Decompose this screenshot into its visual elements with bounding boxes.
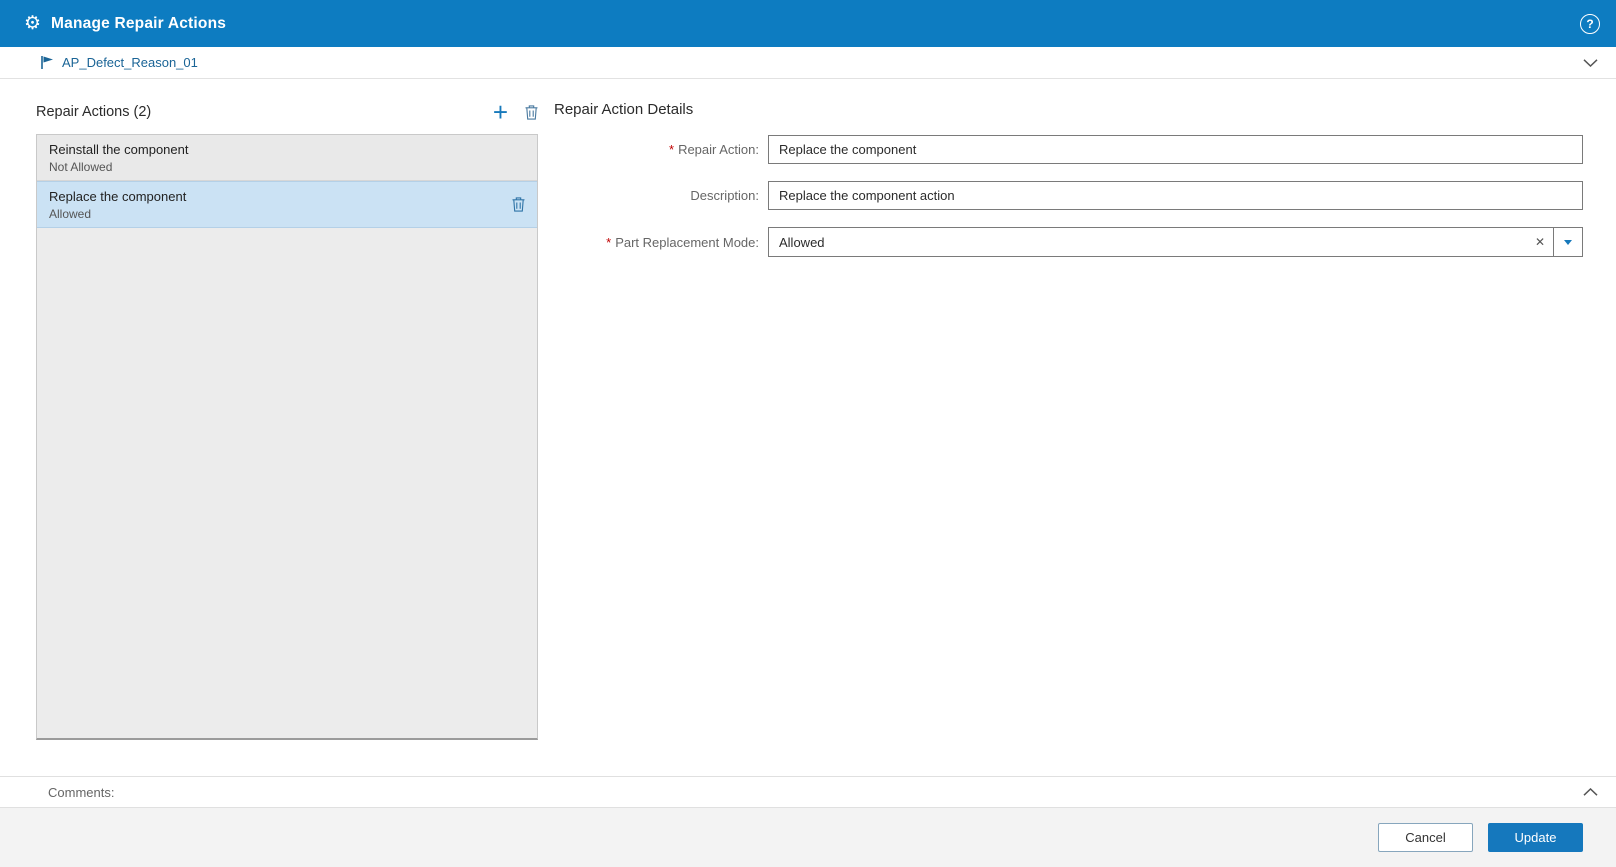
details-title: Repair Action Details [554,101,694,118]
part-replacement-mode-combobox: ✕ [768,227,1583,257]
list-item-selected[interactable]: Replace the component Allowed [37,181,537,228]
required-indicator: * [606,234,612,250]
update-button[interactable]: Update [1488,823,1583,852]
repair-action-name: Replace the component [49,188,187,204]
chevron-up-icon[interactable] [1583,788,1598,796]
page-title: Manage Repair Actions [51,14,227,32]
delete-row-icon[interactable] [512,197,525,212]
comments-section: Comments: [0,776,1616,807]
chevron-down-icon [1564,239,1572,245]
footer-action-bar: Cancel Update [0,807,1616,867]
context-bar: AP_Defect_Reason_01 [0,47,1616,79]
chevron-down-icon[interactable] [1583,58,1598,67]
add-repair-action-button[interactable]: + [493,99,508,125]
breadcrumb[interactable]: AP_Defect_Reason_01 [62,55,198,70]
clear-icon[interactable]: ✕ [1527,228,1553,256]
repair-actions-header: Repair Actions (2) + [36,99,538,125]
repair-action-input[interactable] [768,135,1583,164]
main-content: Repair Actions (2) + Reinstall the compo… [0,79,1616,776]
part-replacement-mode-input[interactable] [769,228,1527,256]
repair-action-name: Reinstall the component [49,141,189,157]
part-replacement-mode-label: * Part Replacement Mode: [606,234,759,250]
repair-action-label: * Repair Action: [669,142,759,157]
flag-icon [40,55,55,70]
cancel-button[interactable]: Cancel [1378,823,1473,852]
form-row-part-replacement-mode: *Part Replacement Mode: ✕ [554,227,1583,257]
required-indicator: * [669,142,675,157]
form-row-description: Description: [554,181,1583,210]
dropdown-button[interactable] [1553,228,1582,256]
repair-actions-list: Reinstall the component Not Allowed Repl… [36,134,538,740]
repair-action-details-panel: Repair Action Details *Repair Action: De… [538,99,1583,776]
app-header: ⚙ Manage Repair Actions ? [0,0,1616,47]
description-label: Description: [690,188,759,203]
repair-action-mode: Allowed [49,206,92,221]
gear-icon: ⚙ [24,13,42,34]
repair-action-mode: Not Allowed [49,159,113,174]
description-input[interactable] [768,181,1583,210]
repair-actions-title: Repair Actions (2) [36,104,152,120]
list-item[interactable]: Reinstall the component Not Allowed [37,135,537,181]
form-row-repair-action: * Repair Action: [554,135,1583,164]
help-icon[interactable]: ? [1580,13,1600,34]
delete-repair-action-button[interactable] [525,104,538,120]
comments-label: Comments: [48,784,115,800]
repair-actions-panel: Repair Actions (2) + Reinstall the compo… [36,99,538,776]
